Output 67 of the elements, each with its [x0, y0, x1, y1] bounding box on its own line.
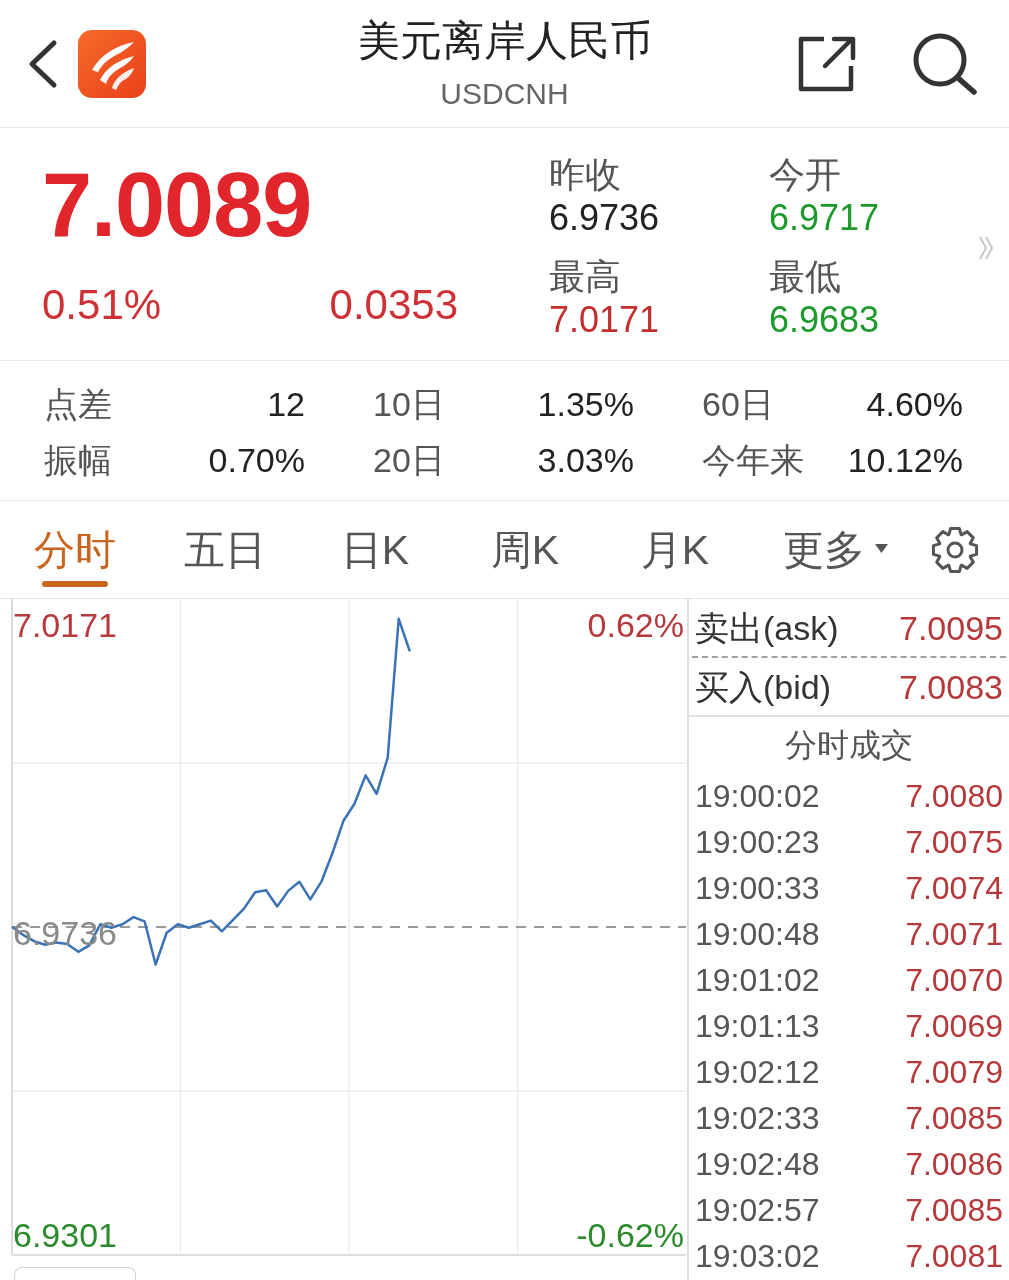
- axis-label: -0.62%: [576, 1215, 684, 1255]
- page-title: 美元离岸人民币: [357, 15, 652, 66]
- chart-tab[interactable]: 周K: [450, 501, 600, 598]
- trade-price: 7.0079: [905, 1053, 1003, 1091]
- stat-label: 20日: [373, 440, 445, 480]
- stat-label: 60日: [702, 384, 774, 424]
- trade-price: 7.0085: [905, 1191, 1003, 1229]
- field-value: 6.9736: [549, 197, 661, 239]
- stat-value: 10.12%: [847, 440, 963, 480]
- share-icon[interactable]: [798, 35, 856, 92]
- trade-time: 19:01:13: [695, 1007, 820, 1045]
- change-percent: 0.51%: [42, 284, 162, 326]
- trade-price: 7.0080: [905, 777, 1003, 815]
- trade-price: 7.0085: [905, 1099, 1003, 1137]
- trade-time: 19:02:48: [695, 1145, 820, 1183]
- stat-value: 3.03%: [537, 440, 634, 480]
- stat-label: 点差: [44, 384, 112, 424]
- order-price: 7.0083: [899, 666, 1003, 707]
- settings-icon[interactable]: [930, 525, 979, 574]
- trade-price: 7.0086: [905, 1145, 1003, 1183]
- trades-title: 分时成交: [784, 726, 914, 765]
- order-price: 7.0095: [899, 607, 1003, 648]
- chart-tab[interactable]: 日K: [300, 501, 450, 598]
- app-logo-icon[interactable]: [78, 29, 146, 98]
- trade-price: 7.0071: [905, 915, 1003, 953]
- axis-label: 6.9301: [13, 1215, 117, 1255]
- trade-time: 19:01:02: [695, 961, 820, 999]
- order-label: 买入(bid): [695, 666, 832, 707]
- trade-price: 7.0070: [905, 961, 1003, 999]
- trade-time: 19:03:02: [695, 1237, 820, 1275]
- trade-time: 19:00:23: [695, 823, 820, 861]
- caret-icon: [874, 544, 888, 553]
- stat-value: 1.35%: [537, 384, 634, 424]
- field-label: 昨收: [549, 153, 622, 197]
- more-dropdown[interactable]: 更多: [750, 501, 900, 598]
- stat-value: 12: [267, 384, 305, 424]
- stat-value: 4.60%: [866, 384, 963, 424]
- last-price: 7.0089: [42, 160, 313, 250]
- chart-tab[interactable]: 五日: [150, 501, 300, 598]
- stat-label: 振幅: [44, 440, 112, 480]
- field-label: 最低: [769, 255, 842, 299]
- chart-tab[interactable]: 月K: [600, 501, 750, 598]
- trade-price: 7.0074: [905, 869, 1003, 907]
- trade-time: 19:02:33: [695, 1099, 820, 1137]
- field-label: 今开: [769, 153, 842, 197]
- stat-label: 10日: [373, 384, 445, 424]
- field-value: 7.0171: [549, 299, 661, 341]
- symbol-subtitle: USDCNH: [440, 75, 569, 112]
- field-value: 6.9717: [769, 197, 881, 239]
- trade-price: 7.0069: [905, 1007, 1003, 1045]
- stat-label: 今年来: [702, 440, 804, 480]
- trade-time: 19:00:02: [695, 777, 820, 815]
- change-amount: 0.0353: [329, 284, 458, 326]
- trade-price: 7.0081: [905, 1237, 1003, 1275]
- trade-time: 19:02:12: [695, 1053, 820, 1091]
- chart-tab[interactable]: 分时: [0, 501, 150, 598]
- order-label: 卖出(ask): [695, 607, 839, 648]
- trade-time: 19:00:48: [695, 915, 820, 953]
- field-value: 6.9683: [769, 299, 881, 341]
- field-label: 最高: [549, 255, 622, 299]
- trade-time: 19:02:57: [695, 1191, 820, 1229]
- trade-time: 19:00:33: [695, 869, 820, 907]
- search-icon[interactable]: [911, 32, 977, 95]
- axis-label: 0.62%: [587, 605, 684, 645]
- axis-label: 7.0171: [13, 605, 117, 645]
- trade-price: 7.0075: [905, 823, 1003, 861]
- stat-value: 0.70%: [208, 440, 305, 480]
